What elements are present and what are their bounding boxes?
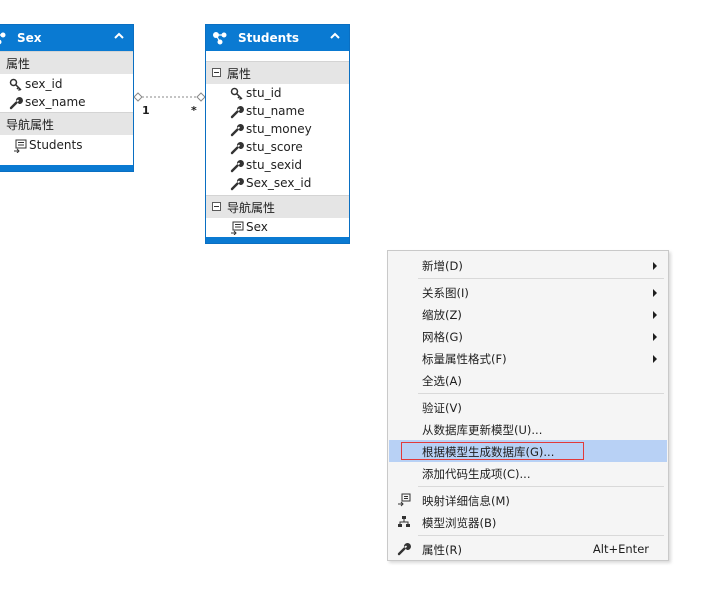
wrench-icon (9, 96, 23, 110)
menu-item-label: 从数据库更新模型(U)... (422, 423, 543, 437)
students-entity[interactable]: Students 属性 stu_id stu_name stu_money st… (205, 24, 350, 244)
nav-properties-section-header[interactable]: 导航属性 (0, 112, 133, 135)
menu-item-label: 标量属性格式(F) (422, 352, 507, 366)
wrench-icon (230, 123, 244, 137)
section-label: 导航属性 (6, 118, 55, 132)
menu-item-label: 映射详细信息(M) (422, 494, 510, 508)
section-label: 导航属性 (227, 201, 276, 215)
entity-icon (212, 31, 228, 45)
collapse-section-icon[interactable] (212, 68, 221, 77)
section-label: 属性 (6, 57, 31, 71)
nav-properties-section-header[interactable]: 导航属性 (206, 195, 349, 218)
menu-separator (418, 486, 664, 487)
navigation-property-icon (13, 139, 27, 153)
menu-separator (418, 535, 664, 536)
multiplicity-left: 1 (142, 104, 150, 117)
menu-item-label: 网格(G) (422, 330, 463, 344)
menu-item-label: 根据模型生成数据库(G)... (422, 445, 555, 459)
menu-item-grid[interactable]: 网格(G) (389, 325, 667, 347)
menu-item-label: 新增(D) (422, 259, 463, 273)
menu-item-scalar-format[interactable]: 标量属性格式(F) (389, 347, 667, 369)
key-icon (9, 78, 23, 92)
menu-item-generate-db[interactable]: 根据模型生成数据库(G)... (389, 440, 667, 462)
nav-property-row[interactable]: Students (5, 137, 133, 155)
menu-item-label: 缩放(Z) (422, 308, 462, 322)
property-name: Sex_sex_id (246, 176, 312, 190)
property-row[interactable]: sex_name (1, 94, 133, 112)
menu-item-model-browser[interactable]: 模型浏览器(B) (389, 511, 667, 533)
property-name: stu_money (246, 122, 312, 136)
collapse-chevron-icon[interactable] (329, 30, 341, 42)
property-name: stu_score (246, 140, 303, 154)
property-row[interactable]: stu_name (206, 103, 349, 121)
nav-property-row[interactable]: Sex (206, 219, 349, 237)
property-row[interactable]: stu_score (206, 139, 349, 157)
entity-title: Students (238, 31, 300, 45)
menu-separator (418, 393, 664, 394)
submenu-arrow-icon (653, 262, 657, 270)
properties-section-header[interactable]: 属性 (206, 61, 349, 84)
menu-item-label: 全选(A) (422, 374, 462, 388)
property-name: sex_name (25, 95, 86, 109)
entity-footer (206, 237, 349, 243)
key-icon (230, 87, 244, 101)
section-label: 属性 (227, 67, 252, 81)
properties-section-header[interactable]: 属性 (0, 51, 133, 74)
property-name: Students (29, 138, 83, 152)
property-row[interactable]: sex_id (1, 76, 133, 94)
menu-item-label: 添加代码生成项(C)... (422, 467, 531, 481)
sex-entity[interactable]: Sex 属性 sex_id sex_name 导航属性 Students (0, 24, 134, 172)
submenu-arrow-icon (653, 333, 657, 341)
students-entity-header[interactable]: Students (206, 25, 349, 51)
property-name: sex_id (25, 77, 63, 91)
menu-separator (418, 278, 664, 279)
property-row[interactable]: stu_money (206, 121, 349, 139)
menu-item-zoom[interactable]: 缩放(Z) (389, 303, 667, 325)
property-name: stu_id (246, 86, 282, 100)
submenu-arrow-icon (653, 311, 657, 319)
mapping-details-icon (398, 493, 411, 507)
menu-item-mapping-details[interactable]: 映射详细信息(M) (389, 489, 667, 511)
menu-item-label: 验证(V) (422, 401, 462, 415)
property-row[interactable]: Sex_sex_id (206, 175, 349, 193)
entity-icon (0, 31, 7, 45)
menu-item-properties[interactable]: 属性(R) Alt+Enter (389, 538, 667, 560)
menu-item-label: 属性(R) (422, 543, 462, 557)
collapse-chevron-icon[interactable] (113, 30, 125, 42)
wrench-icon (230, 141, 244, 155)
menu-item-diagram[interactable]: 关系图(I) (389, 281, 667, 303)
property-name: Sex (246, 220, 268, 234)
submenu-arrow-icon (653, 355, 657, 363)
property-row[interactable]: stu_id (206, 85, 349, 103)
model-browser-icon (398, 516, 410, 527)
navigation-property-icon (230, 221, 244, 235)
entity-title: Sex (17, 31, 42, 45)
property-name: stu_name (246, 104, 305, 118)
entity-footer (0, 165, 133, 171)
menu-item-validate[interactable]: 验证(V) (389, 396, 667, 418)
context-menu: 新增(D) 关系图(I) 缩放(Z) 网格(G) 标量属性格式(F) 全选(A)… (387, 250, 669, 561)
wrench-icon (230, 159, 244, 173)
menu-item-shortcut: Alt+Enter (592, 542, 649, 556)
wrench-icon (230, 105, 244, 119)
menu-item-label: 关系图(I) (422, 286, 469, 300)
menu-item-update-from-db[interactable]: 从数据库更新模型(U)... (389, 418, 667, 440)
sex-entity-header[interactable]: Sex (0, 25, 133, 51)
submenu-arrow-icon (653, 289, 657, 297)
menu-item-add[interactable]: 新增(D) (389, 254, 667, 276)
multiplicity-right: * (191, 104, 197, 117)
property-name: stu_sexid (246, 158, 303, 172)
menu-item-add-codegen[interactable]: 添加代码生成项(C)... (389, 462, 667, 484)
wrench-icon (397, 542, 411, 556)
menu-item-select-all[interactable]: 全选(A) (389, 369, 667, 391)
property-row[interactable]: stu_sexid (206, 157, 349, 175)
menu-item-label: 模型浏览器(B) (422, 516, 497, 530)
wrench-icon (230, 177, 244, 191)
collapse-section-icon[interactable] (212, 202, 221, 211)
